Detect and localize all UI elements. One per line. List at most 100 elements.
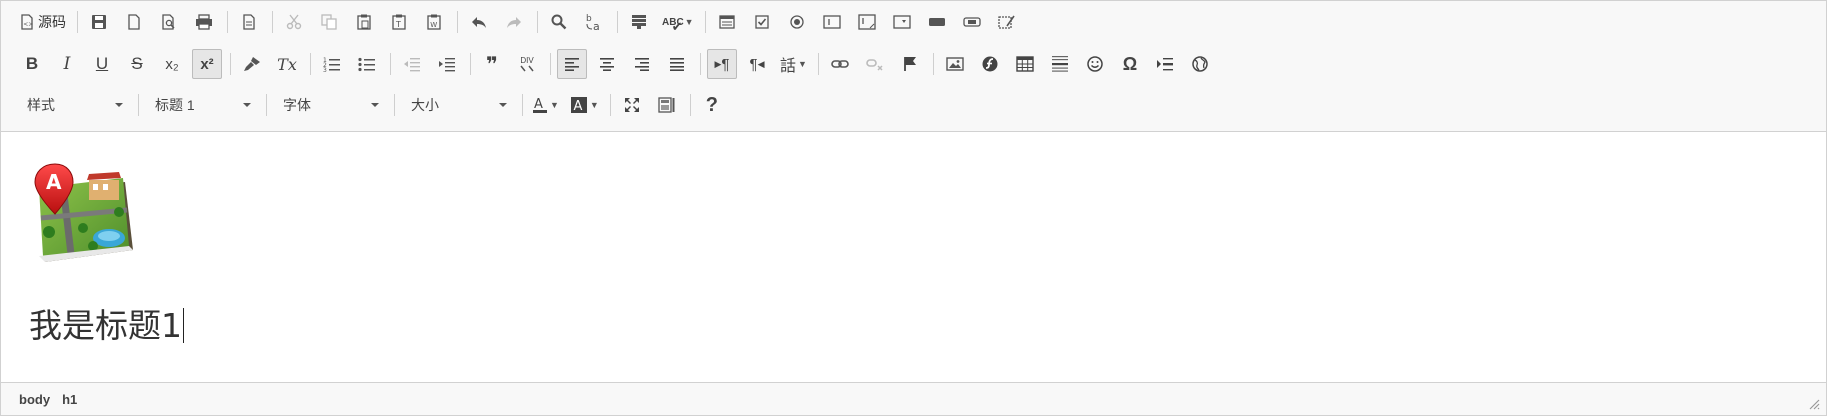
font-combo[interactable]: 字体: [273, 91, 385, 119]
separator: [470, 53, 471, 75]
templates-button[interactable]: [234, 7, 264, 37]
editor-content[interactable]: A 我是标题1: [1, 132, 1826, 382]
background-color-button[interactable]: A ▼: [567, 90, 602, 120]
show-blocks-button[interactable]: [652, 90, 682, 120]
smiley-button[interactable]: [1080, 49, 1110, 79]
align-center-button[interactable]: [592, 49, 622, 79]
image-button[interactable]: [940, 49, 970, 79]
find-button[interactable]: [544, 7, 574, 37]
smiley-icon: [1087, 56, 1103, 72]
align-right-button[interactable]: [627, 49, 657, 79]
iframe-button[interactable]: [1185, 49, 1215, 79]
cut-icon: [286, 14, 302, 30]
form-icon: [718, 15, 735, 29]
separator: [272, 11, 273, 33]
horizontal-rule-button[interactable]: [1045, 49, 1075, 79]
svg-text:A: A: [46, 170, 62, 194]
underline-button[interactable]: U: [87, 49, 117, 79]
copy-format-button[interactable]: [237, 49, 267, 79]
numbered-list-icon: 123: [323, 57, 340, 72]
blockquote-button[interactable]: ❞: [477, 49, 507, 79]
unlink-button[interactable]: [860, 49, 890, 79]
bold-button[interactable]: B: [17, 49, 47, 79]
separator: [394, 94, 395, 116]
find-icon: [551, 14, 567, 30]
create-div-button[interactable]: DIV: [512, 49, 542, 79]
path-item-body[interactable]: body: [19, 392, 50, 407]
cut-button[interactable]: [279, 7, 309, 37]
paste-text-button[interactable]: T: [384, 7, 414, 37]
separator: [457, 11, 458, 33]
text-direction-rtl-button[interactable]: ¶ ◀: [742, 49, 772, 79]
form-button-button[interactable]: [922, 7, 952, 37]
svg-text:b: b: [586, 14, 592, 24]
text-direction-ltr-button[interactable]: ▶ ¶: [707, 49, 737, 79]
image-button-icon: [962, 17, 981, 27]
new-page-button[interactable]: [119, 7, 149, 37]
textarea-button[interactable]: [852, 7, 882, 37]
spellcheck-button[interactable]: ABC ✔ ▼: [659, 7, 697, 37]
preview-icon: [162, 14, 175, 30]
language-button[interactable]: 話 ▼: [777, 49, 810, 79]
flash-button[interactable]: [975, 49, 1005, 79]
justify-icon: [670, 58, 684, 71]
paste-button[interactable]: [349, 7, 379, 37]
separator: [689, 94, 691, 116]
link-button[interactable]: [825, 49, 855, 79]
svg-text:3: 3: [323, 67, 327, 72]
path-item-h1[interactable]: h1: [62, 392, 77, 407]
select-field-button[interactable]: [887, 7, 917, 37]
italic-button[interactable]: I: [52, 49, 82, 79]
strikethrough-button[interactable]: S: [122, 49, 152, 79]
select-all-button[interactable]: [624, 7, 654, 37]
preview-button[interactable]: [154, 7, 184, 37]
format-combo[interactable]: 标题 1: [145, 91, 257, 119]
textfield-button[interactable]: [817, 7, 847, 37]
radio-button[interactable]: [782, 7, 812, 37]
remove-format-button[interactable]: Tx: [272, 49, 302, 79]
source-label: 源码: [38, 14, 66, 30]
text-color-icon: A: [533, 97, 547, 113]
subscript-button[interactable]: x₂: [157, 49, 187, 79]
outdent-button[interactable]: [397, 49, 427, 79]
table-button[interactable]: [1010, 49, 1040, 79]
redo-button[interactable]: [499, 7, 529, 37]
separator: [310, 53, 311, 75]
save-button[interactable]: [84, 7, 114, 37]
ltr-icon: ¶: [721, 55, 730, 73]
dropdown-arrow-icon: ▼: [798, 59, 807, 69]
separator: [227, 11, 228, 33]
justify-button[interactable]: [662, 49, 692, 79]
copy-button[interactable]: [314, 7, 344, 37]
chevron-down-icon: [115, 103, 123, 107]
numbered-list-button[interactable]: 123: [317, 49, 347, 79]
toolbar-row-3: 样式 标题 1 字体 大小 A ▼ A ▼ ?: [17, 87, 732, 123]
replace-button[interactable]: ba: [579, 7, 609, 37]
anchor-button[interactable]: [895, 49, 925, 79]
hidden-field-button[interactable]: [992, 7, 1022, 37]
maximize-button[interactable]: [617, 90, 647, 120]
align-left-button[interactable]: [557, 49, 587, 79]
image-icon: [946, 57, 964, 71]
print-button[interactable]: [189, 7, 219, 37]
undo-button[interactable]: [464, 7, 494, 37]
align-right-icon: [635, 58, 649, 71]
font-size-combo[interactable]: 大小: [401, 91, 513, 119]
form-button[interactable]: [712, 7, 742, 37]
bulleted-list-button[interactable]: [352, 49, 382, 79]
special-char-button[interactable]: Ω: [1115, 49, 1145, 79]
text-color-button[interactable]: A ▼: [529, 90, 562, 120]
styles-combo[interactable]: 样式: [17, 91, 129, 119]
source-button[interactable]: <> 源码: [17, 7, 69, 37]
paste-word-button[interactable]: W: [419, 7, 449, 37]
separator: [390, 53, 391, 75]
separator: [817, 53, 819, 75]
help-button[interactable]: ?: [697, 90, 727, 120]
page-break-button[interactable]: [1150, 49, 1180, 79]
superscript-button[interactable]: x²: [192, 49, 222, 79]
indent-button[interactable]: [432, 49, 462, 79]
checkbox-button[interactable]: [747, 7, 777, 37]
resize-handle-icon[interactable]: [1808, 398, 1820, 410]
image-button-button[interactable]: [957, 7, 987, 37]
content-heading[interactable]: 我是标题1: [29, 299, 184, 347]
